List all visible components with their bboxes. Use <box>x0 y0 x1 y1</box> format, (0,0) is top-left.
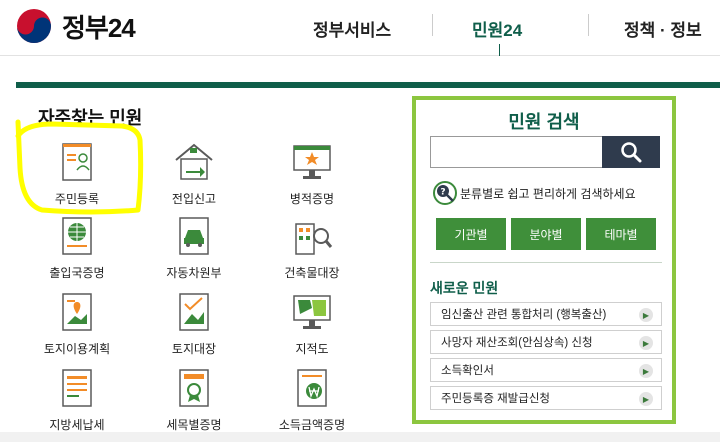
new-services-title: 새로운 민원 <box>430 280 499 296</box>
help-text: 분류별로 쉽고 편리하게 검색하세요 <box>460 186 636 201</box>
immigration-globe-icon <box>62 217 92 255</box>
nav-active-indicator <box>499 44 500 56</box>
gov24-logo[interactable]: 정부24 <box>14 6 136 46</box>
service-label: 지방세납세 <box>49 418 105 432</box>
taegeuk-logo-icon <box>17 9 51 43</box>
site-header: 정부24 정부서비스 민원24 정책 · 정보 <box>0 0 720 56</box>
divider <box>430 262 662 263</box>
page-footer-strip <box>0 432 720 442</box>
service-label: 전입신고 <box>171 192 217 206</box>
service-income-certificate[interactable]: 소득금액증명 <box>257 366 367 433</box>
nav-divider <box>432 14 433 36</box>
new-service-item[interactable]: 소득확인서 ▶ <box>430 358 662 382</box>
service-label: 주민등록 <box>54 192 100 206</box>
tax-item-certificate-icon <box>179 369 209 407</box>
service-label: 병적증명 <box>289 192 335 206</box>
car-registry-icon <box>179 217 209 255</box>
by-field-button[interactable]: 분야별 <box>511 218 581 250</box>
military-record-icon <box>293 145 331 179</box>
land-use-plan-icon <box>62 293 92 331</box>
new-service-label: 사망자 재산조회(안심상속) 신청 <box>441 337 593 349</box>
new-service-label: 임신출산 관련 통합처리 (행복출산) <box>441 309 607 321</box>
svg-text:?: ? <box>440 188 445 198</box>
service-land-registry[interactable]: 토지대장 <box>139 290 249 357</box>
service-local-tax[interactable]: 지방세납세 <box>22 366 132 433</box>
service-car-registry[interactable]: 자동차원부 <box>139 214 249 281</box>
service-military-record[interactable]: 병적증명 <box>257 140 367 207</box>
service-label: 토지대장 <box>171 342 217 356</box>
service-building-registry[interactable]: 건축물대장 <box>257 214 367 281</box>
section-divider-bar <box>16 82 720 88</box>
income-certificate-icon <box>297 369 327 407</box>
cadastral-map-icon <box>293 295 331 329</box>
new-service-item[interactable]: 주민등록증 재발급신청 ▶ <box>430 386 662 410</box>
service-label: 건축물대장 <box>284 266 340 280</box>
question-magnifier-icon: ? <box>433 181 457 205</box>
service-tax-item-certificate[interactable]: 세목별증명 <box>139 366 249 433</box>
search-input[interactable] <box>430 136 602 168</box>
new-service-item[interactable]: 임신출산 관련 통합처리 (행복출산) ▶ <box>430 302 662 326</box>
arrow-right-icon: ▶ <box>639 364 653 378</box>
new-service-item[interactable]: 사망자 재산조회(안심상속) 신청 ▶ <box>430 330 662 354</box>
service-cadastral-map[interactable]: 지적도 <box>257 290 367 357</box>
service-label: 자동차원부 <box>166 266 222 280</box>
service-label: 세목별증명 <box>166 418 222 432</box>
arrow-right-icon: ▶ <box>639 392 653 406</box>
new-service-label: 소득확인서 <box>441 365 494 377</box>
by-theme-button[interactable]: 테마별 <box>586 218 656 250</box>
building-registry-icon <box>295 223 333 255</box>
search-button[interactable] <box>602 136 660 168</box>
nav-policy-info[interactable]: 정책 · 정보 <box>624 16 702 41</box>
frequent-services-title: 자주찾는 민원 <box>38 108 143 128</box>
nav-divider <box>588 14 589 36</box>
resident-registration-icon <box>62 143 92 181</box>
local-tax-icon <box>62 369 92 407</box>
service-land-use-plan[interactable]: 토지이용계획 <box>22 290 132 357</box>
nav-minwon24[interactable]: 민원24 <box>472 16 522 41</box>
service-label: 소득금액증명 <box>278 418 346 432</box>
move-in-house-icon <box>175 143 213 180</box>
new-service-label: 주민등록증 재발급신청 <box>441 393 550 405</box>
category-search-help[interactable]: ? 분류별로 쉽고 편리하게 검색하세요 <box>432 180 636 206</box>
land-registry-icon <box>179 293 209 331</box>
nav-government-services[interactable]: 정부서비스 <box>313 16 391 41</box>
civil-search-panel: 민원 검색 ? 분류별로 쉽고 편리하게 검색하세요 기관별 분야별 테마별 새… <box>412 96 676 424</box>
service-label: 지적도 <box>295 342 329 356</box>
search-icon <box>621 142 642 163</box>
service-immigration[interactable]: 출입국증명 <box>22 214 132 281</box>
arrow-right-icon: ▶ <box>639 336 653 350</box>
service-resident-registration[interactable]: 주민등록 <box>22 140 132 207</box>
service-label: 토지이용계획 <box>43 342 111 356</box>
service-label: 출입국증명 <box>49 266 105 280</box>
by-agency-button[interactable]: 기관별 <box>436 218 506 250</box>
panel-title: 민원 검색 <box>508 112 580 132</box>
service-move-in[interactable]: 전입신고 <box>139 140 249 207</box>
arrow-right-icon: ▶ <box>639 308 653 322</box>
logo-text: 정부24 <box>62 12 136 43</box>
